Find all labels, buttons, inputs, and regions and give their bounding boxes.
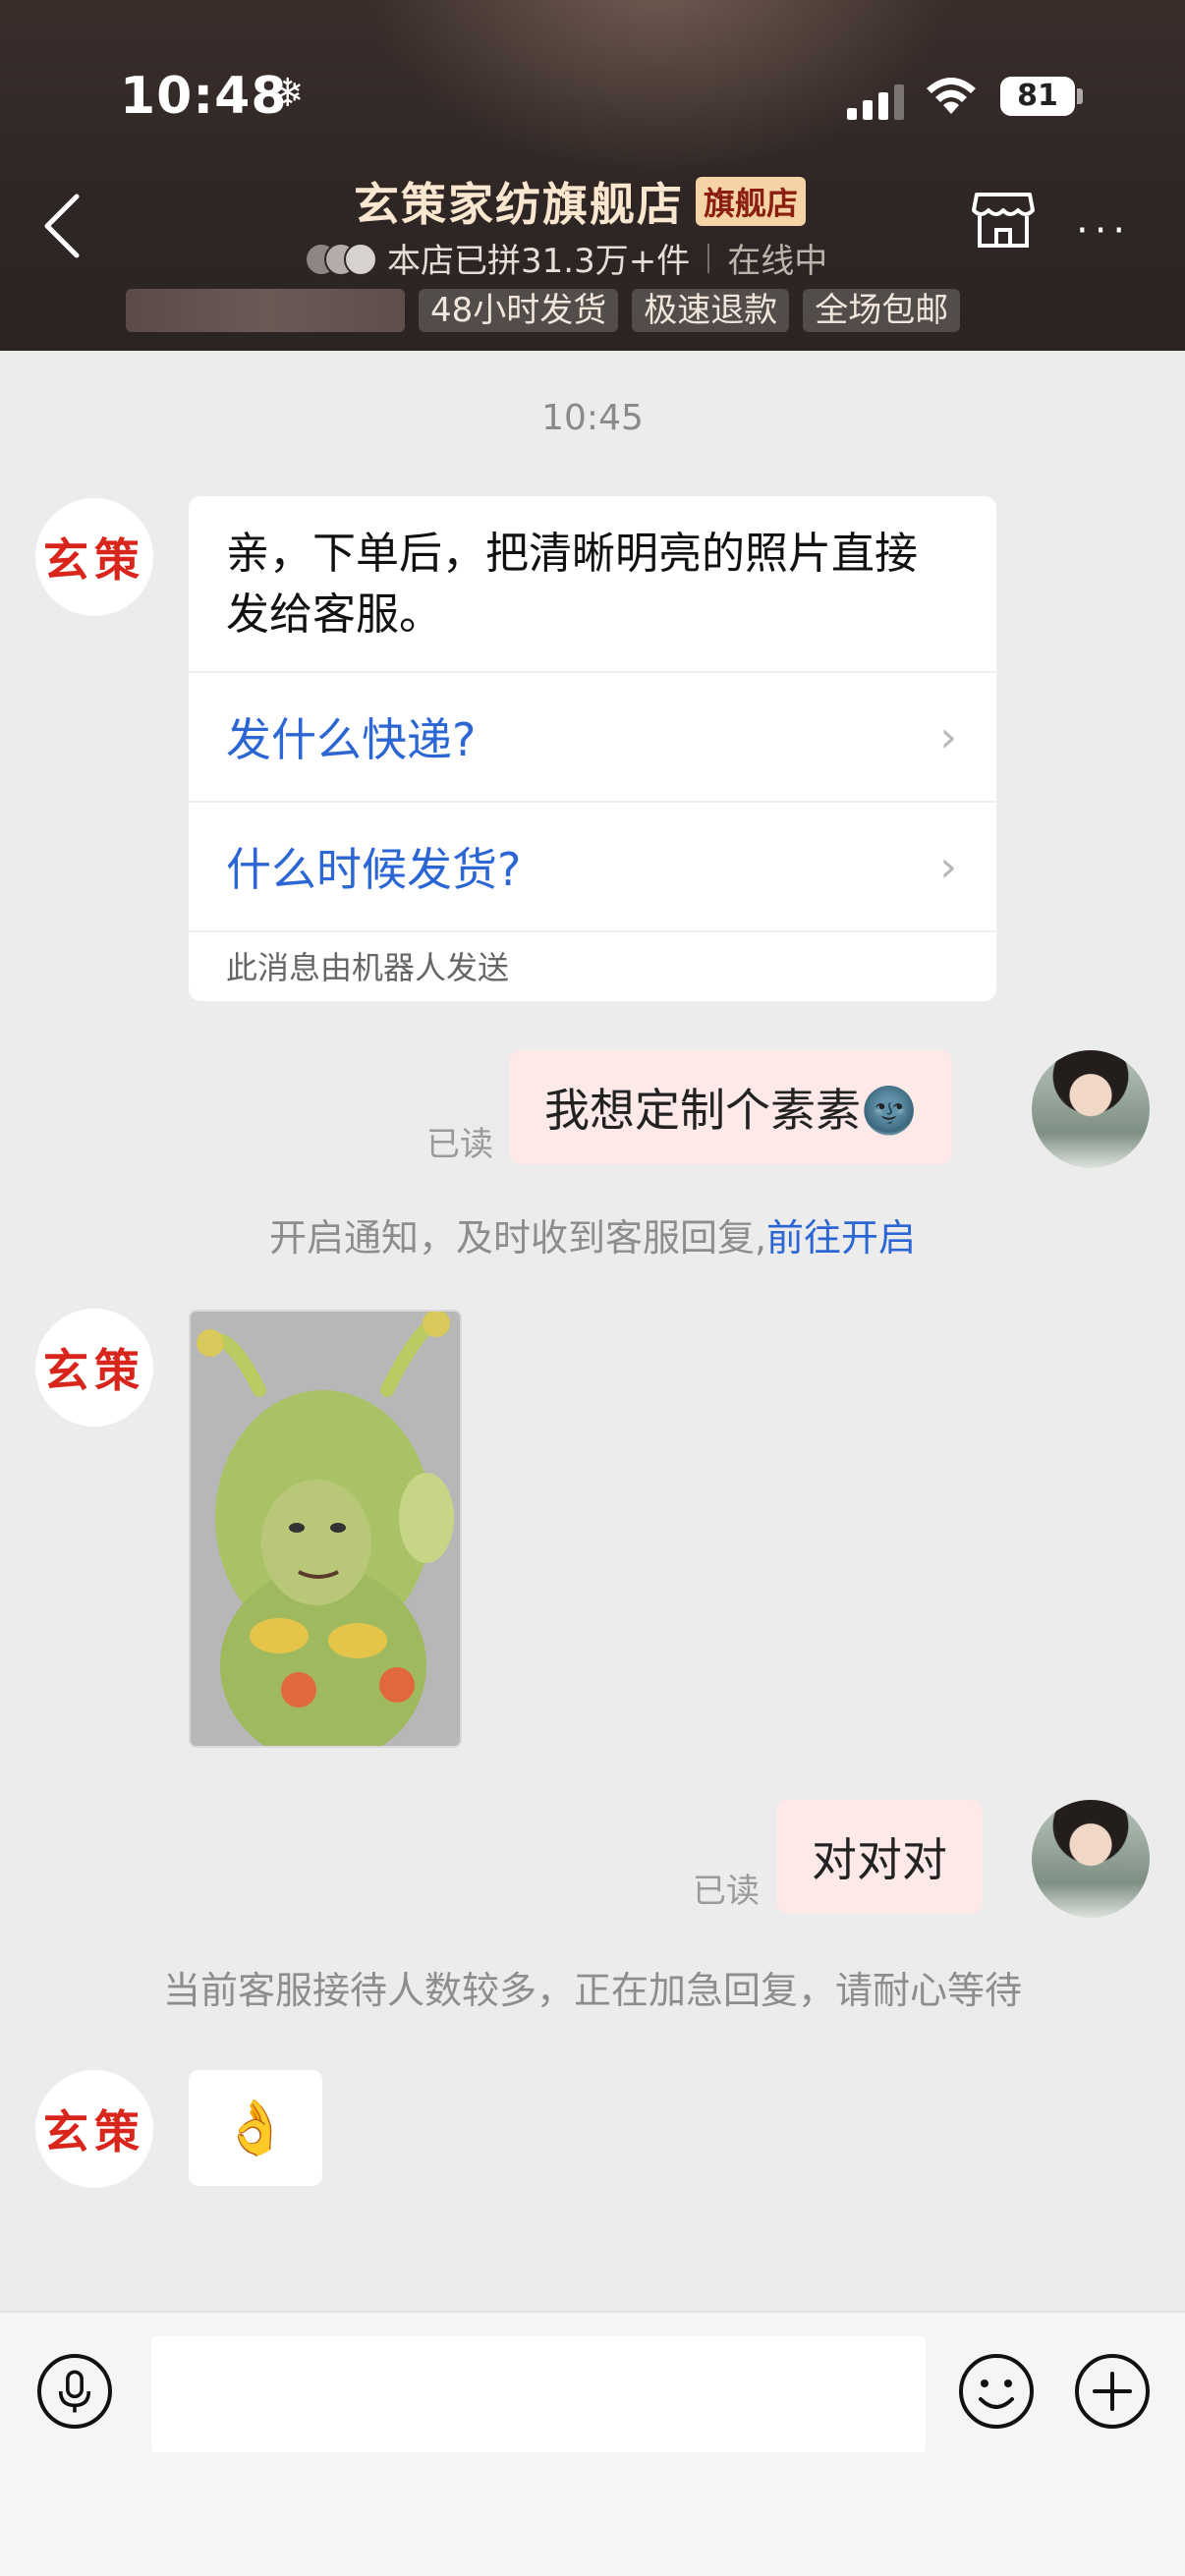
store-name: 玄策家纺旗舰店 bbox=[354, 178, 684, 231]
quick-option-courier[interactable]: 发什么快递? › bbox=[189, 671, 996, 801]
caterpillar-sticker-image[interactable] bbox=[189, 1310, 462, 1748]
mic-icon[interactable] bbox=[37, 2354, 112, 2429]
enable-notification-link[interactable]: 前往开启 bbox=[766, 1216, 916, 1260]
read-status: 已读 bbox=[693, 1872, 760, 1911]
message-input[interactable] bbox=[151, 2336, 926, 2452]
service-tags: 48小时发货 极速退款 全场包邮 bbox=[126, 289, 961, 332]
ok-hand-sticker[interactable]: 👌 bbox=[189, 2070, 322, 2186]
blurred-tag bbox=[126, 289, 405, 332]
bot-note: 此消息由机器人发送 bbox=[189, 930, 996, 1001]
plus-icon[interactable] bbox=[1073, 2352, 1152, 2431]
my-message-bubble[interactable]: 对对对 bbox=[776, 1800, 983, 1914]
quick-option-label: 什么时候发货? bbox=[226, 843, 522, 896]
tag-shipping: 48小时发货 bbox=[419, 289, 619, 332]
tag-refund: 极速退款 bbox=[632, 289, 790, 332]
chevron-right-icon: › bbox=[939, 711, 957, 762]
user-avatar[interactable] bbox=[1032, 1050, 1150, 1168]
message-timestamp: 10:45 bbox=[541, 398, 644, 438]
status-time: 10:48 bbox=[120, 67, 288, 126]
nav-bar: 玄策家纺旗舰店 旗舰店 本店已拼31.3万+件 在线中 ··· bbox=[0, 157, 1185, 295]
tag-free-shipping: 全场包邮 bbox=[803, 289, 961, 332]
wifi-icon bbox=[927, 78, 976, 114]
store-title-row[interactable]: 玄策家纺旗舰店 旗舰店 bbox=[354, 169, 807, 234]
wait-notice: 当前客服接待人数较多，正在加急回复，请耐心等待 bbox=[162, 1969, 1022, 2012]
emoji-icon[interactable] bbox=[957, 2352, 1036, 2431]
user-avatar[interactable] bbox=[1032, 1800, 1150, 1918]
notice-text: 开启通知，及时收到客服回复, bbox=[268, 1216, 767, 1260]
quick-option-label: 发什么快递? bbox=[226, 713, 477, 766]
bot-message-text: 亲，下单后，把清晰明亮的照片直接发给客服。 bbox=[226, 529, 918, 640]
shop-avatar[interactable]: 玄策 bbox=[35, 2070, 153, 2188]
bot-message-card: 亲，下单后，把清晰明亮的照片直接发给客服。 发什么快递? › 什么时候发货? ›… bbox=[189, 496, 996, 1001]
quick-option-ship-time[interactable]: 什么时候发货? › bbox=[189, 801, 996, 930]
chat-area[interactable]: 10:45 玄策 亲，下单后，把清晰明亮的照片直接发给客服。 发什么快递? › … bbox=[0, 351, 1185, 2311]
chat-header: 10:48 ❄ 81 玄策家纺旗舰店 旗舰店 本店已拼31.3万+件 在线中 ·… bbox=[0, 0, 1185, 351]
battery-tip bbox=[1077, 88, 1083, 104]
store-stats-row: 本店已拼31.3万+件 在线中 bbox=[305, 234, 827, 282]
snow-icon: ❄ bbox=[271, 71, 305, 116]
chevron-right-icon: › bbox=[939, 841, 957, 892]
signal-icon bbox=[847, 81, 904, 120]
buyer-avatars bbox=[305, 241, 379, 276]
notification-notice: 开启通知，及时收到客服回复,前往开启 bbox=[0, 1207, 1185, 1261]
shop-avatar[interactable]: 玄策 bbox=[35, 498, 153, 616]
battery-indicator: 81 bbox=[1000, 77, 1075, 116]
read-status: 已读 bbox=[426, 1125, 493, 1164]
more-icon[interactable]: ··· bbox=[1076, 208, 1131, 253]
status-bar: 10:48 ❄ 81 bbox=[0, 59, 1185, 128]
store-icon[interactable] bbox=[971, 189, 1036, 252]
back-icon[interactable] bbox=[37, 187, 96, 265]
input-bar bbox=[0, 2311, 1185, 2576]
online-status: 在线中 bbox=[727, 242, 828, 281]
my-message-bubble[interactable]: 我想定制个素素🌚 bbox=[509, 1050, 953, 1164]
flagship-badge: 旗舰店 bbox=[696, 177, 807, 226]
stats-divider bbox=[707, 243, 710, 273]
sticker-illustration bbox=[191, 1312, 460, 1746]
store-stats: 本店已拼31.3万+件 bbox=[387, 242, 691, 281]
shop-avatar[interactable]: 玄策 bbox=[35, 1309, 153, 1427]
